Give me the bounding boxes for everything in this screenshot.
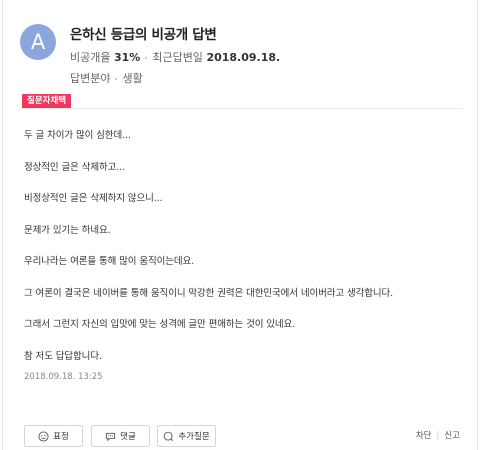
divider (20, 108, 462, 109)
separator-dot (115, 78, 118, 80)
recent-answer-label: 최근답변일 (152, 51, 203, 64)
answerer-stats: 비공개율 31% 최근답변일 2018.09.18. (70, 49, 280, 65)
follow-up-question-button[interactable]: 추가질문 (157, 425, 216, 447)
answer-body: 두 글 차이가 많이 심한데... 정상적인 글은 삭제하고... 비정상적인 … (24, 128, 464, 380)
answer-paragraph: 우리나라는 여론을 통해 많이 움직이는데요. (24, 256, 195, 267)
answer-date: 2018.09.18. 13:25 (24, 372, 103, 382)
moderation-links: 차단 | 신고 (416, 429, 460, 441)
reaction-label: 표정 (53, 432, 69, 442)
private-rate-label: 비공개율 (70, 51, 111, 64)
answer-paragraph: 두 글 차이가 많이 심한데... (24, 130, 131, 141)
recent-answer-date: 2018.09.18. (206, 51, 281, 64)
answer-paragraph: 문제가 있기는 하네요. (24, 224, 111, 236)
separator-dot (145, 57, 148, 59)
answer-paragraph: 그 여론이 결국은 네이버를 통해 움직이니 막강한 권력은 대한민국에서 네이… (24, 287, 394, 299)
follow-up-question-label: 추가질문 (178, 432, 210, 442)
question-bubble-icon (164, 431, 174, 441)
answer-paragraph: 정상적인 글은 삭제하고... (24, 161, 125, 173)
answer-paragraph: 그래서 그런지 자신의 입맛에 맞는 성격에 글만 편애하는 것이 있네요. (24, 319, 296, 330)
avatar[interactable]: A (20, 24, 56, 60)
private-rate-value: 31% (113, 51, 141, 64)
reaction-button[interactable]: 표정 (24, 425, 83, 447)
answer-field-label: 답변분야 (70, 72, 111, 85)
link-separator: | (436, 431, 440, 441)
answer-paragraph: 비정상적인 글은 삭제하지 않으니... (24, 193, 163, 204)
answer-field: 답변분야 생활 (70, 70, 143, 86)
answer-field-value[interactable]: 생활 (122, 72, 142, 85)
comment-button[interactable]: 댓글 (91, 425, 150, 447)
answerer-title[interactable]: 은하신 등급의 비공개 답변 (70, 23, 217, 43)
block-link[interactable]: 차단 (416, 431, 432, 441)
speech-bubble-icon (106, 432, 116, 441)
selected-by-asker-badge: 질문자채택 (22, 94, 72, 109)
smile-icon (38, 430, 49, 442)
report-link[interactable]: 신고 (444, 431, 460, 441)
comment-label: 댓글 (120, 432, 136, 442)
